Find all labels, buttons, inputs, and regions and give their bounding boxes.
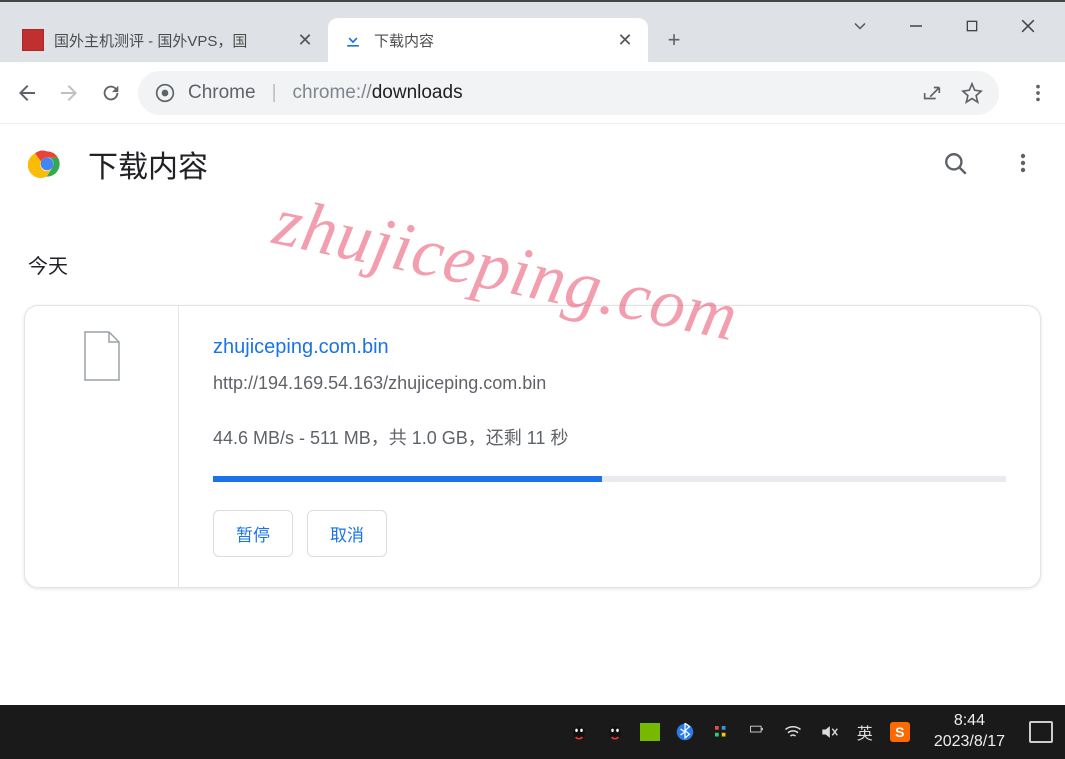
download-card: zhujiceping.com.bin http://194.169.54.16…: [24, 305, 1041, 588]
tab-active[interactable]: 下载内容 ✕: [328, 18, 648, 62]
minimize-button[interactable]: [905, 15, 927, 37]
time-text: 8:44: [934, 711, 1005, 732]
download-url: http://194.169.54.163/zhujiceping.com.bi…: [213, 373, 1006, 394]
page-title: 下载内容: [88, 142, 901, 186]
wifi-icon[interactable]: [782, 721, 804, 743]
clock[interactable]: 8:44 2023/8/17: [934, 711, 1005, 753]
close-icon[interactable]: ✕: [296, 31, 314, 49]
qq-icon[interactable]: [604, 721, 626, 743]
forward-button: [54, 78, 84, 108]
volume-muted-icon[interactable]: [818, 721, 840, 743]
menu-button[interactable]: [1023, 78, 1053, 108]
download-filename[interactable]: zhujiceping.com.bin: [213, 336, 1006, 359]
close-window-button[interactable]: [1017, 15, 1039, 37]
search-icon[interactable]: [943, 151, 969, 177]
tab-inactive[interactable]: 国外主机测评 - 国外VPS，国 ✕: [8, 18, 328, 62]
download-actions: 暂停 取消: [213, 510, 1006, 557]
favicon-red-icon: [22, 29, 44, 51]
download-icon: [342, 29, 364, 51]
progress-bar: [213, 476, 1006, 482]
chevron-down-icon[interactable]: [849, 15, 871, 37]
downloads-header: 下载内容: [0, 124, 1065, 204]
downloads-content: 今天 zhujiceping.com.bin http://194.169.54…: [0, 204, 1065, 608]
date-section-label: 今天: [28, 250, 1041, 279]
more-icon[interactable]: [1011, 151, 1037, 177]
sogou-icon[interactable]: S: [890, 722, 910, 742]
battery-icon[interactable]: [746, 721, 768, 743]
tab-title: 国外主机测评 - 国外VPS，国: [54, 30, 286, 51]
omnibox[interactable]: Chrome | chrome://downloads: [138, 71, 999, 115]
address-bar-row: Chrome | chrome://downloads: [0, 62, 1065, 124]
taskbar: 英 S 8:44 2023/8/17: [0, 705, 1065, 759]
bluetooth-icon[interactable]: [674, 721, 696, 743]
pause-button[interactable]: 暂停: [213, 510, 293, 557]
close-icon[interactable]: ✕: [616, 31, 634, 49]
download-status: 44.6 MB/s - 511 MB，共 1.0 GB，还剩 11 秒: [213, 424, 1006, 450]
tab-strip: 国外主机测评 - 国外VPS，国 ✕ 下载内容 ✕ +: [0, 0, 1065, 62]
share-icon[interactable]: [921, 82, 943, 104]
omnibox-url-prefix: chrome://: [293, 82, 372, 103]
chrome-lock-icon: [154, 82, 176, 104]
ime-indicator[interactable]: 英: [854, 721, 876, 743]
window-controls: [849, 2, 1065, 50]
omnibox-url-path: downloads: [372, 82, 463, 103]
nvidia-icon[interactable]: [640, 723, 660, 741]
download-body: zhujiceping.com.bin http://194.169.54.16…: [179, 306, 1040, 587]
bookmark-icon[interactable]: [961, 82, 983, 104]
omnibox-separator: |: [272, 82, 277, 104]
progress-fill: [213, 476, 602, 482]
back-button[interactable]: [12, 78, 42, 108]
system-tray: 英 S 8:44 2023/8/17: [568, 711, 1053, 753]
maximize-button[interactable]: [961, 15, 983, 37]
download-icon-column: [25, 306, 179, 587]
notification-center-icon[interactable]: [1029, 721, 1053, 743]
app-grid-icon[interactable]: [710, 721, 732, 743]
date-text: 2023/8/17: [934, 732, 1005, 753]
new-tab-button[interactable]: +: [656, 22, 692, 58]
file-icon: [81, 330, 123, 382]
tab-title: 下载内容: [374, 30, 606, 51]
qq-icon[interactable]: [568, 721, 590, 743]
reload-button[interactable]: [96, 78, 126, 108]
cancel-button[interactable]: 取消: [307, 510, 387, 557]
omnibox-product: Chrome: [188, 82, 256, 104]
chrome-logo-icon: [28, 145, 66, 183]
